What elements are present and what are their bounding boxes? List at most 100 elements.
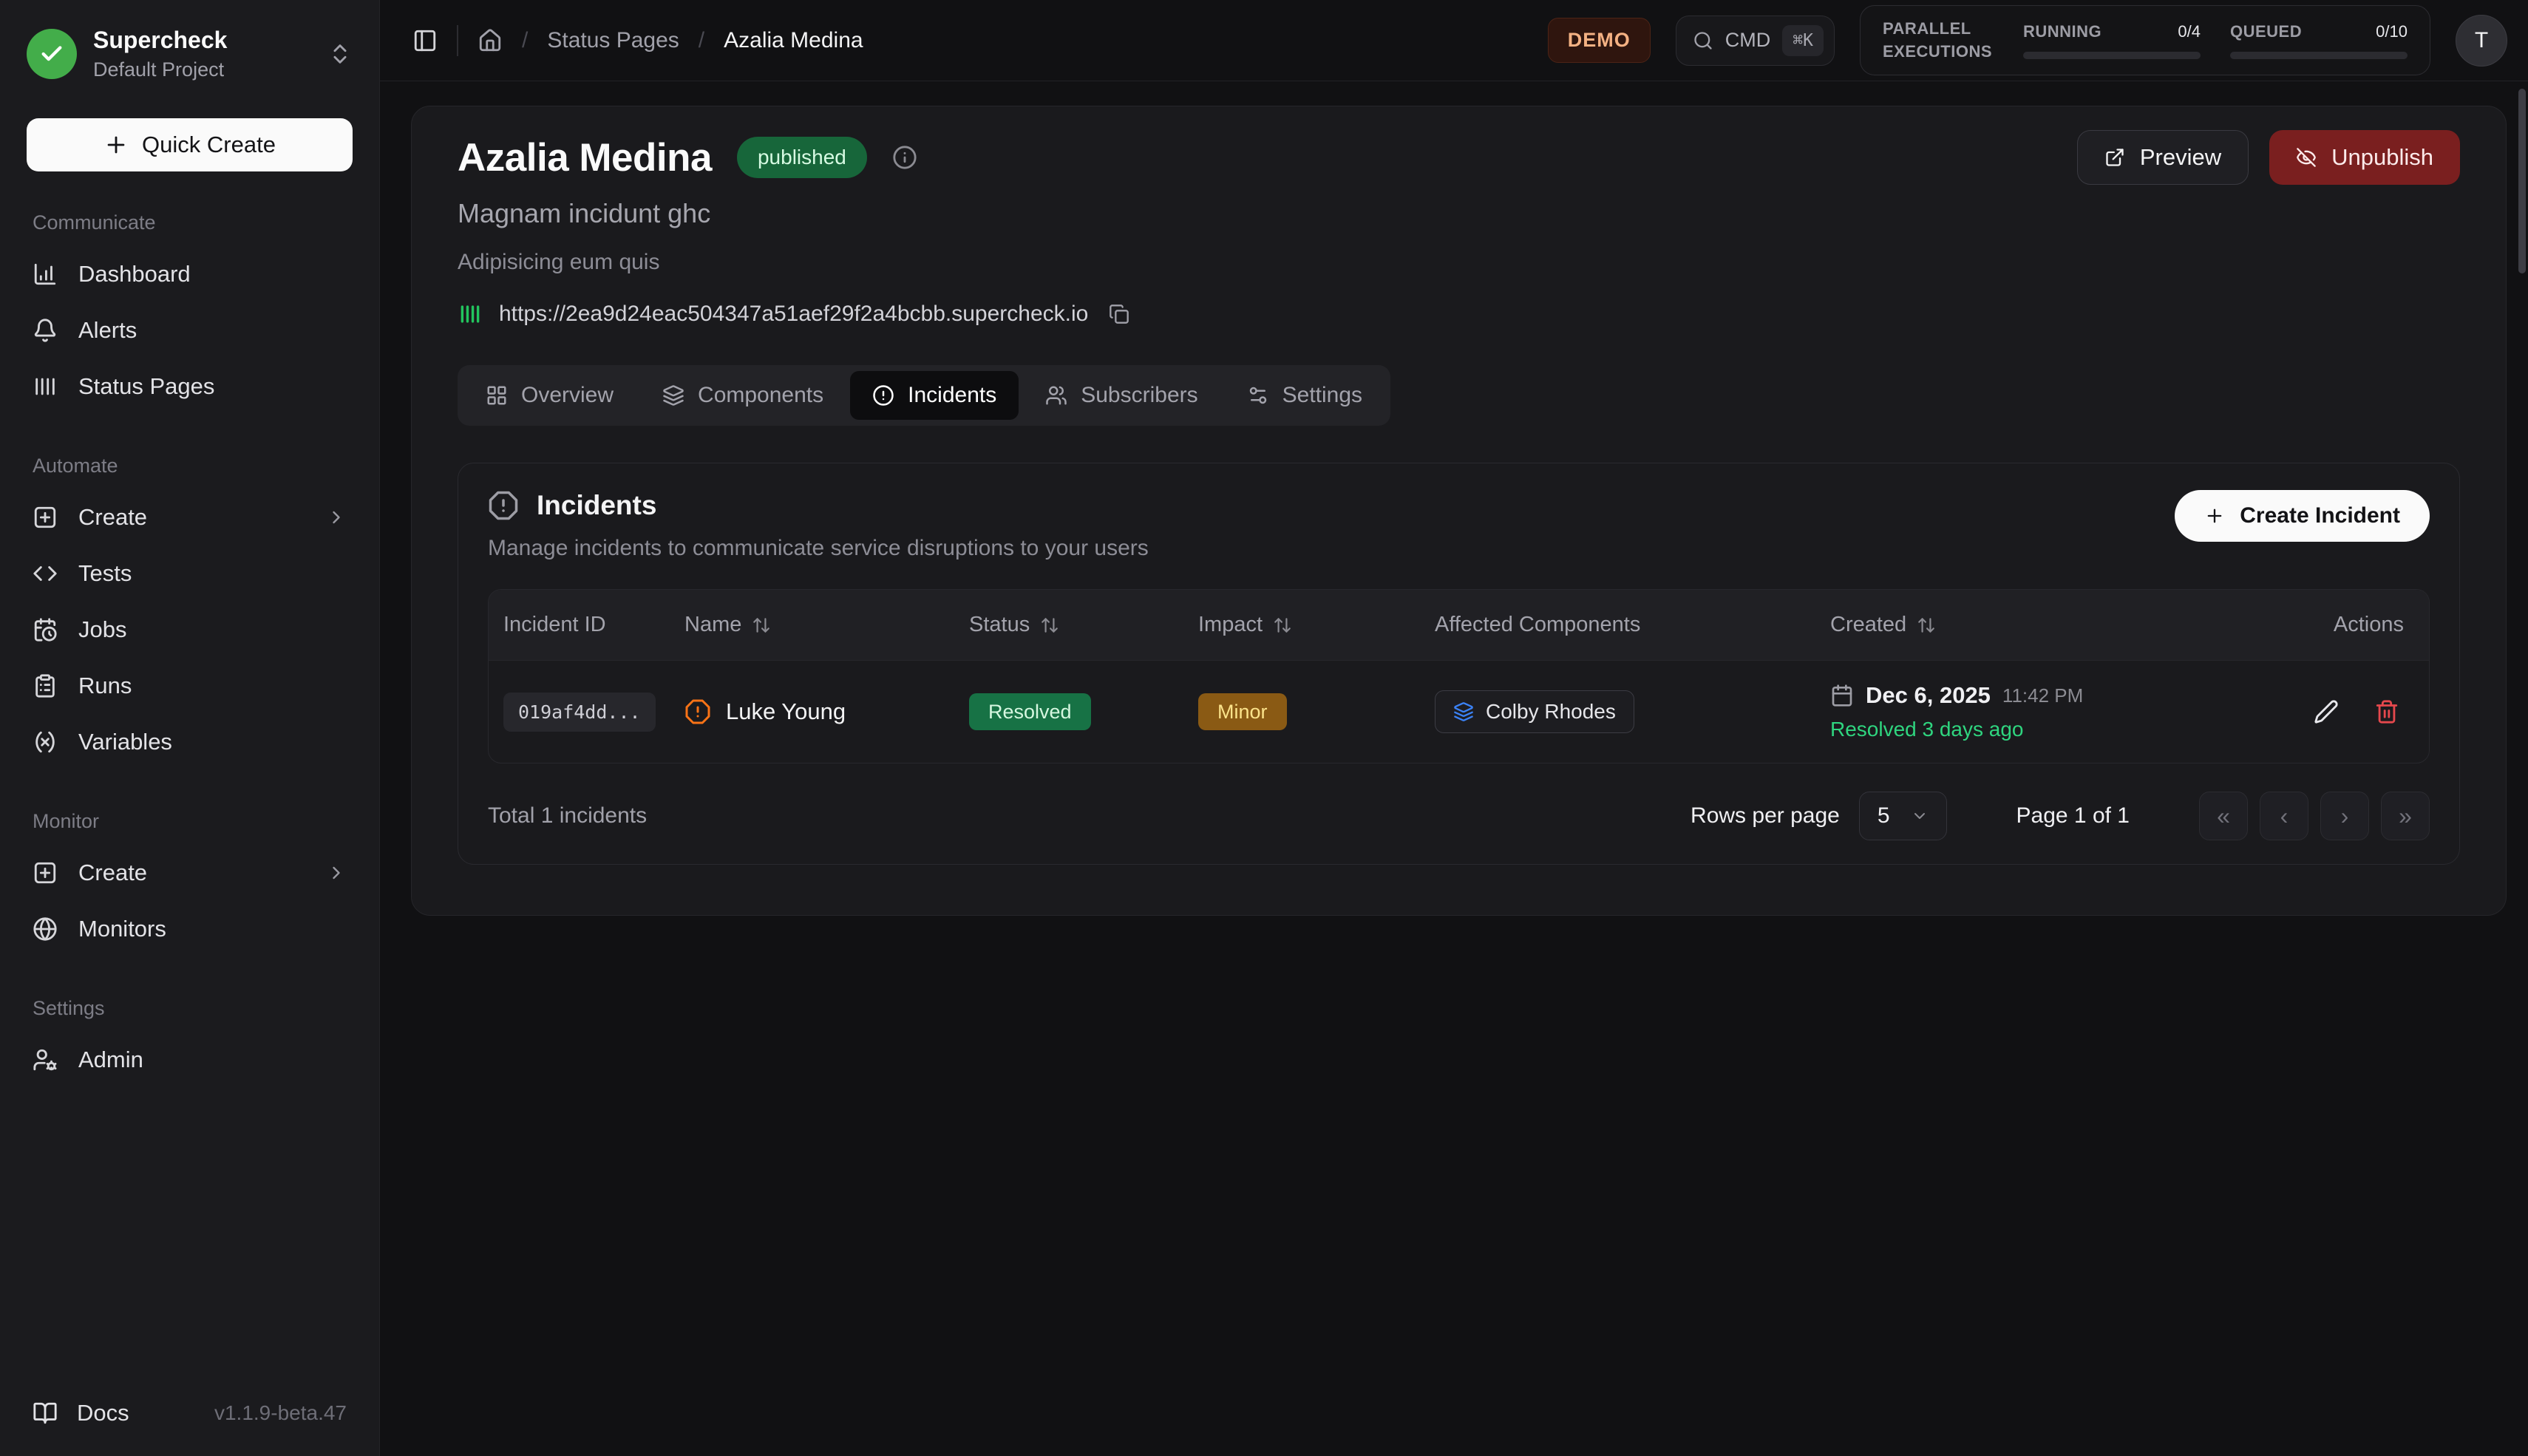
page-title: Azalia Medina [458, 135, 712, 180]
info-icon[interactable] [892, 145, 917, 170]
user-avatar[interactable]: T [2456, 15, 2507, 67]
component-name: Colby Rhodes [1486, 700, 1616, 724]
unpublish-label: Unpublish [2331, 144, 2433, 171]
calendar-icon [1830, 684, 1854, 707]
user-cog-icon [33, 1047, 58, 1072]
prev-page-button[interactable]: ‹ [2260, 792, 2308, 840]
sort-icon[interactable] [1040, 616, 1059, 635]
topbar: / Status Pages / Azalia Medina DEMO CMD … [380, 0, 2528, 81]
section-label-automate: Automate [33, 455, 347, 477]
command-palette-button[interactable]: CMD ⌘K [1676, 16, 1835, 66]
status-page-card: Azalia Medina published Preview Unpublis… [411, 106, 2507, 916]
sort-icon[interactable] [1917, 616, 1936, 635]
sidebar-item-jobs[interactable]: Jobs [19, 602, 360, 658]
sidebar-item-tests[interactable]: Tests [19, 545, 360, 602]
topbar-right: DEMO CMD ⌘K PARALLEL EXECUTIONS RUNNING … [1548, 5, 2507, 76]
resolved-note: Resolved 3 days ago [1830, 718, 2303, 741]
created-date: Dec 6, 2025 [1866, 682, 1991, 709]
sidebar-item-label: Create [78, 860, 147, 886]
project-switcher[interactable]: Supercheck Default Project [19, 21, 360, 87]
table-row[interactable]: 019af4dd... Luke Young Resolved Minor Co… [489, 660, 2429, 763]
col-created[interactable]: Created [1830, 613, 2303, 637]
home-icon[interactable] [478, 28, 503, 53]
pagination: « ‹ › » [2199, 792, 2430, 840]
sidebar-item-label: Dashboard [78, 261, 191, 288]
layers-icon [662, 384, 684, 406]
sidebar-item-create-monitor[interactable]: Create [19, 845, 360, 901]
chevron-down-icon [1911, 807, 1929, 825]
octagon-alert-icon [684, 698, 711, 725]
sidebar-item-runs[interactable]: Runs [19, 658, 360, 714]
command-label: CMD [1725, 29, 1771, 52]
page-subtitle: Magnam incidunt ghc [458, 198, 2460, 229]
sidebar-item-create-automate[interactable]: Create [19, 489, 360, 545]
variable-icon [33, 729, 58, 755]
quick-create-button[interactable]: Quick Create [27, 118, 353, 171]
status-page-url-row: https://2ea9d24eac504347a51aef29f2a4bcbb… [458, 302, 2460, 327]
command-shortcut: ⌘K [1782, 25, 1824, 56]
docs-link[interactable]: Docs [33, 1400, 129, 1426]
sidebar-item-dashboard[interactable]: Dashboard [19, 246, 360, 302]
breadcrumb-status-pages[interactable]: Status Pages [547, 28, 679, 53]
status-page-url[interactable]: https://2ea9d24eac504347a51aef29f2a4bcbb… [499, 302, 1088, 327]
created-time: 11:42 PM [2002, 684, 2083, 707]
queued-progress-bar [2230, 52, 2408, 59]
unpublish-button[interactable]: Unpublish [2269, 130, 2460, 185]
incidents-table: Incident ID Name Status Impact Affected … [488, 589, 2430, 763]
tab-components[interactable]: Components [640, 371, 846, 420]
running-column: RUNNING 0/4 [2023, 22, 2201, 59]
sidebar-item-variables[interactable]: Variables [19, 714, 360, 770]
tab-subscribers[interactable]: Subscribers [1023, 371, 1220, 420]
last-page-button[interactable]: » [2381, 792, 2430, 840]
delete-trash-icon[interactable] [2374, 699, 2399, 724]
queued-label: QUEUED [2230, 22, 2302, 41]
project-meta: Supercheck Default Project [93, 27, 227, 81]
external-link-icon [2104, 147, 2125, 168]
executions-title: PARALLEL EXECUTIONS [1883, 18, 1994, 64]
supercheck-logo-check-icon [27, 29, 77, 79]
sidebar-item-admin[interactable]: Admin [19, 1032, 360, 1088]
sort-icon[interactable] [1273, 616, 1292, 635]
col-name[interactable]: Name [684, 613, 969, 637]
table-header-row: Incident ID Name Status Impact Affected … [489, 590, 2429, 660]
copy-icon[interactable] [1109, 304, 1129, 324]
col-affected-components: Affected Components [1435, 613, 1830, 637]
edit-pencil-icon[interactable] [2314, 699, 2339, 724]
breadcrumb-separator: / [699, 28, 704, 53]
incident-name-cell: Luke Young [684, 698, 969, 725]
panel-left-toggle-icon[interactable] [412, 28, 438, 53]
col-status[interactable]: Status [969, 613, 1198, 637]
total-count: Total 1 incidents [488, 803, 647, 829]
scrollbar[interactable] [2518, 89, 2526, 273]
next-page-button[interactable]: › [2320, 792, 2369, 840]
sidebar-item-alerts[interactable]: Alerts [19, 302, 360, 358]
sidebar-item-status-pages[interactable]: Status Pages [19, 358, 360, 415]
divider [457, 25, 458, 56]
calendar-clock-icon [33, 617, 58, 642]
impact-badge: Minor [1198, 693, 1287, 730]
tab-settings[interactable]: Settings [1225, 371, 1384, 420]
published-status-badge: published [737, 137, 867, 178]
preview-button[interactable]: Preview [2077, 130, 2249, 185]
col-actions: Actions [2334, 613, 2414, 637]
create-incident-button[interactable]: Create Incident [2175, 490, 2430, 542]
queued-value: 0/10 [2376, 22, 2408, 41]
signal-bars-icon [458, 302, 483, 327]
sort-icon[interactable] [752, 616, 771, 635]
tab-overview[interactable]: Overview [463, 371, 636, 420]
tab-label: Subscribers [1081, 383, 1197, 408]
rows-per-page-select[interactable]: 5 [1859, 792, 1947, 840]
chevrons-up-down-icon[interactable] [327, 41, 353, 67]
incident-id-pill[interactable]: 019af4dd... [503, 693, 656, 732]
running-value: 0/4 [2178, 22, 2201, 41]
tab-incidents[interactable]: Incidents [850, 371, 1019, 420]
sidebar-item-monitors[interactable]: Monitors [19, 901, 360, 957]
chevron-right-icon [326, 863, 347, 883]
col-impact[interactable]: Impact [1198, 613, 1435, 637]
first-page-button[interactable]: « [2199, 792, 2248, 840]
search-icon [1693, 30, 1713, 51]
sidebar-footer: Docs v1.1.9-beta.47 [19, 1400, 360, 1426]
sidebar-item-label: Monitors [78, 916, 166, 942]
section-label-settings: Settings [33, 997, 347, 1020]
layers-icon [1453, 701, 1474, 722]
